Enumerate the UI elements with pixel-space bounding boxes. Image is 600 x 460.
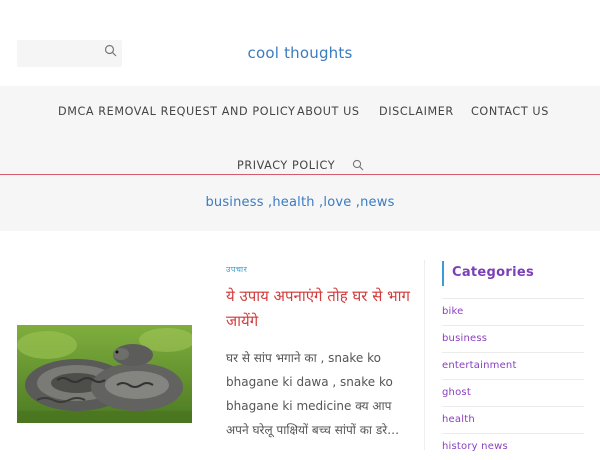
- post-category[interactable]: उपचार: [226, 264, 247, 275]
- nav-item-disclaimer[interactable]: DISCLAIMER: [379, 105, 454, 118]
- category-item-health[interactable]: health: [442, 406, 584, 433]
- nav-item-about-us[interactable]: ABOUT US: [297, 105, 360, 118]
- nav-search-icon[interactable]: [352, 159, 364, 171]
- category-item-business[interactable]: business: [442, 325, 584, 352]
- main-navigation: DMCA REMOVAL REQUEST AND POLICY ABOUT US…: [0, 86, 600, 175]
- post-excerpt: घर से सांप भगाने का , snake ko bhagane k…: [226, 351, 400, 437]
- nav-item-dmca[interactable]: DMCA REMOVAL REQUEST AND POLICY: [58, 105, 296, 118]
- category-item-ghost[interactable]: ghost: [442, 379, 584, 406]
- post-title[interactable]: ये उपाय अपनाएंगे तोह घर से भाग जायेंगे: [226, 284, 416, 334]
- post-thumbnail[interactable]: [17, 325, 192, 423]
- site-header: cool thoughts: [0, 0, 600, 86]
- categories-heading: Categories: [452, 265, 535, 280]
- nav-item-contact-us[interactable]: CONTACT US: [471, 105, 549, 118]
- nav-item-privacy-policy[interactable]: PRIVACY POLICY: [237, 159, 335, 172]
- category-item-bike[interactable]: bike: [442, 298, 584, 325]
- categories-heading-accent: [442, 261, 444, 286]
- site-tagline: business ,health ,love ,news: [205, 195, 395, 210]
- sidebar-divider: [424, 260, 425, 450]
- snake-image: [17, 325, 192, 423]
- site-title[interactable]: cool thoughts: [0, 44, 600, 62]
- category-item-history-news[interactable]: history news: [442, 433, 584, 460]
- category-item-entertainment[interactable]: entertainment: [442, 352, 584, 379]
- categories-list: bike business entertainment ghost health…: [442, 298, 584, 460]
